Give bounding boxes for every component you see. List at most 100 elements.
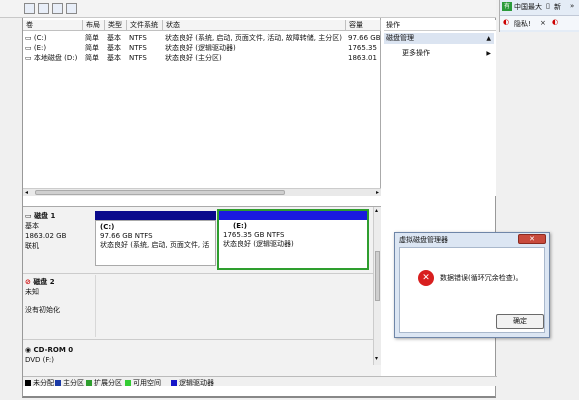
- scroll-left-icon[interactable]: ◂: [25, 189, 28, 196]
- volume-icon: ▭: [25, 34, 32, 42]
- volume-layout: 简单: [85, 54, 99, 62]
- toolbar: [0, 0, 496, 18]
- error-icon: ✕: [418, 270, 434, 286]
- vertical-scrollbar[interactable]: ▴ ▾: [373, 207, 381, 365]
- partition-e-status: 状态良好 (逻辑驱动器): [223, 240, 294, 248]
- actions-section-disk-management[interactable]: 磁盘管理 ▲: [384, 33, 494, 44]
- disk-1-name: 磁盘 1: [34, 212, 56, 220]
- partition-c[interactable]: (C:) 97.66 GB NTFS 状态良好 (系统, 启动, 页面文件, 活: [95, 220, 216, 266]
- refresh-icon[interactable]: [52, 3, 63, 14]
- scroll-right-icon[interactable]: ▸: [376, 189, 379, 196]
- properties-icon[interactable]: [24, 3, 35, 14]
- tab-favicon: ◐: [552, 18, 559, 26]
- volume-filesystem: NTFS: [129, 44, 147, 52]
- partition-e[interactable]: (E:) 1765.35 GB NTFS 状态良好 (逻辑驱动器): [219, 220, 367, 268]
- scroll-down-icon[interactable]: ▾: [375, 355, 378, 362]
- legend-free-space: 可用空间: [125, 378, 161, 388]
- browser-strip: 有 中国最大 ▯ 新 » ◐ 隐私! × ◐: [499, 0, 579, 32]
- volume-name: (E:): [33, 44, 47, 52]
- actions-title: 操作: [384, 20, 496, 31]
- disk-2-label[interactable]: ⊘ 磁盘 2 未知 没有初始化: [25, 277, 91, 315]
- dialog-title: 虚拟磁盘管理器: [399, 236, 448, 244]
- legend-extended: 扩展分区: [86, 378, 122, 388]
- scrollbar-thumb[interactable]: [35, 190, 285, 195]
- volume-status: 状态良好 (系统, 启动, 页面文件, 活动, 故障转储, 主分区): [165, 34, 342, 42]
- disk-icon: ▭: [25, 212, 32, 220]
- disk-2-name: 磁盘 2: [33, 278, 55, 286]
- browser-tab-3[interactable]: 隐私!: [514, 19, 531, 29]
- site-favicon: 有: [502, 2, 512, 11]
- scroll-up-icon[interactable]: ▴: [375, 207, 378, 214]
- volume-icon: ▭: [25, 54, 32, 62]
- table-row[interactable]: ▭ 本地磁盘 (D:): [25, 53, 83, 63]
- partition-e-name: (E:): [233, 222, 247, 230]
- browser-tab-1[interactable]: 中国最大: [514, 2, 542, 12]
- ok-button[interactable]: 确定: [496, 314, 544, 329]
- disk-1-label[interactable]: ▭ 磁盘 1 基本 1863.02 GB 联机: [25, 211, 91, 251]
- tab-favicon: ◐: [503, 18, 510, 26]
- browser-tab-2[interactable]: 新: [554, 2, 561, 12]
- partition-e-size: 1765.35 GB NTFS: [223, 231, 285, 239]
- partition-c-status: 状态良好 (系统, 启动, 页面文件, 活: [100, 241, 210, 249]
- browser-tab-bar: ◐ 隐私! × ◐: [500, 15, 579, 30]
- error-dialog: 虚拟磁盘管理器 ✕ ✕ 数据错误(循环冗余检查)。 确定: [394, 232, 550, 338]
- divider: [23, 339, 373, 340]
- cdrom-icon: ◉: [25, 346, 32, 354]
- volume-capacity: 97.66 GB: [348, 34, 381, 42]
- page-icon: ▯: [546, 2, 550, 10]
- column-header-type[interactable]: 类型: [105, 20, 127, 31]
- horizontal-scrollbar[interactable]: ◂ ▸: [23, 188, 381, 196]
- volume-status: 状态良好 (主分区): [165, 54, 222, 62]
- disk-2-status: 没有初始化: [25, 306, 60, 314]
- disk-management-window: 卷 布局 类型 文件系统 状态 容量 ▭ (C:) 简单 基本 NTFS 状态良…: [22, 18, 497, 398]
- volume-filesystem: NTFS: [129, 34, 147, 42]
- volume-list: 卷 布局 类型 文件系统 状态 容量 ▭ (C:) 简单 基本 NTFS 状态良…: [23, 18, 381, 196]
- disk-1-type: 基本: [25, 222, 39, 230]
- table-row[interactable]: ▭ (C:): [25, 33, 83, 43]
- dialog-message: 数据错误(循环冗余检查)。: [440, 274, 523, 282]
- column-header-status[interactable]: 状态: [163, 20, 346, 31]
- disk-2-area[interactable]: [95, 275, 369, 337]
- volume-type: 基本: [107, 54, 121, 62]
- collapse-icon[interactable]: ▲: [486, 33, 491, 44]
- legend-bar: 未分配 主分区 扩展分区 可用空间 逻辑驱动器: [23, 376, 497, 388]
- column-header-volume[interactable]: 卷: [23, 20, 83, 31]
- actions-more-item[interactable]: 更多操作 ▶: [384, 48, 494, 59]
- volume-type: 基本: [107, 44, 121, 52]
- volume-layout: 简单: [85, 44, 99, 52]
- volume-icon: ▭: [25, 44, 32, 52]
- partition-c-size: 97.66 GB NTFS: [100, 232, 153, 240]
- volume-name: (C:): [33, 34, 47, 42]
- submenu-arrow-icon: ▶: [486, 50, 491, 57]
- disk-icon[interactable]: [66, 3, 77, 14]
- table-row[interactable]: ▭ (E:): [25, 43, 83, 53]
- help-icon[interactable]: [38, 3, 49, 14]
- legend-logical: 逻辑驱动器: [171, 378, 214, 388]
- cdrom-name: CD-ROM 0: [33, 346, 74, 354]
- volume-layout: 简单: [85, 34, 99, 42]
- volume-capacity: 1863.01: [348, 54, 377, 62]
- divider: [23, 273, 373, 274]
- column-header-capacity[interactable]: 容量: [346, 20, 381, 31]
- volume-type: 基本: [107, 34, 121, 42]
- volume-filesystem: NTFS: [129, 54, 147, 62]
- partition-c-bar: [95, 211, 216, 220]
- cdrom-type: DVD (F:): [25, 356, 54, 364]
- close-tab-icon[interactable]: ×: [540, 19, 546, 27]
- disk-1-size: 1863.02 GB: [25, 232, 67, 240]
- column-header-filesystem[interactable]: 文件系统: [127, 20, 163, 31]
- cdrom-label[interactable]: ◉ CD-ROM 0 DVD (F:): [25, 345, 91, 365]
- legend-primary: 主分区: [55, 378, 84, 388]
- partition-e-bar: [219, 211, 367, 220]
- actions-section-label: 磁盘管理: [386, 34, 414, 42]
- disk-map-pane: ▭ 磁盘 1 基本 1863.02 GB 联机 (C:) 97.66 GB NT…: [23, 206, 381, 376]
- dialog-close-button[interactable]: ✕: [518, 234, 546, 244]
- volume-status: 状态良好 (逻辑驱动器): [165, 44, 236, 52]
- disk-1-status: 联机: [25, 242, 39, 250]
- scrollbar-thumb[interactable]: [375, 251, 380, 301]
- disk-2-type: 未知: [25, 288, 39, 296]
- disk-error-icon: ⊘: [25, 278, 31, 286]
- actions-more-label: 更多操作: [402, 49, 430, 57]
- more-icon[interactable]: »: [570, 2, 574, 10]
- column-header-layout[interactable]: 布局: [83, 20, 105, 31]
